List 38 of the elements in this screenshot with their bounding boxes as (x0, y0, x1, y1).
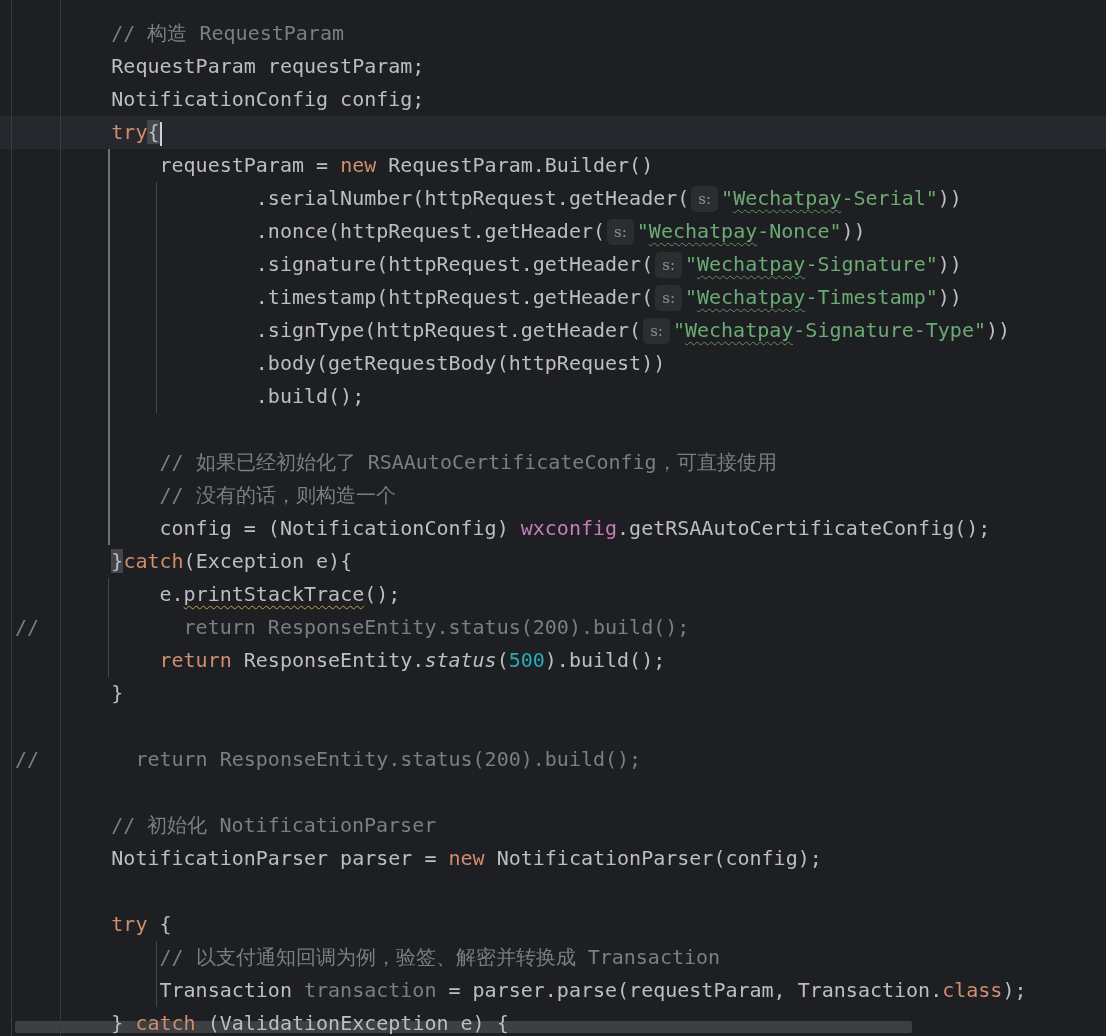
parameter-hint: s: (655, 251, 682, 278)
code-text: .serialNumber(httpRequest.getHeader( (255, 185, 690, 212)
code-text: // return ResponseEntity.status(200).build(); (15, 614, 690, 641)
code-text: e.printStackTrace(); (159, 581, 401, 608)
code-text: .signType(httpRequest.getHeader( (255, 317, 642, 344)
code-text: "Wechatpay-Timestamp")) (684, 284, 962, 311)
code-text: Transaction transaction = parser.parse(requestParam, Transaction.class); (159, 977, 1027, 1004)
code-editor[interactable] (0, 0, 1106, 1036)
code-text: RequestParam requestParam; (111, 53, 425, 80)
code-text: requestParam = new RequestParam.Builder() (159, 152, 654, 179)
code-text: NotificationParser parser = new NotificationParser(config); (111, 845, 822, 872)
code-text: .signature(httpRequest.getHeader( (255, 251, 654, 278)
parameter-hint: s: (607, 218, 634, 245)
code-text: } (111, 680, 124, 707)
code-text: "Wechatpay-Signature-Type")) (672, 317, 1011, 344)
code-text: try { (111, 911, 172, 938)
code-text: "Wechatpay-Serial")) (721, 185, 962, 212)
code-text: // 如果已经初始化了 RSAAutoCertificateConfig，可直接使用 (159, 449, 777, 476)
parameter-hint: s: (655, 284, 682, 311)
code-text: // 以支付通知回调为例，验签、解密并转换成 Transaction (159, 944, 721, 971)
code-text: // 初始化 NotificationParser (111, 812, 437, 839)
code-text: .body(getRequestBody(httpRequest)) (255, 350, 666, 377)
code-text: "Wechatpay-Nonce")) (636, 218, 866, 245)
code-text: // return ResponseEntity.status(200).build(); (15, 746, 642, 773)
code-text: try{ (111, 119, 162, 148)
code-text: return ResponseEntity.status(500).build(); (159, 647, 666, 674)
code-text: // 构造 RequestParam (111, 20, 344, 47)
code-text: }catch(Exception e){ (111, 548, 353, 575)
code-text: // 没有的话，则构造一个 (159, 482, 396, 509)
code-text: .nonce(httpRequest.getHeader( (255, 218, 606, 245)
code-text: "Wechatpay-Signature")) (684, 251, 962, 278)
parameter-hint: s: (691, 185, 719, 212)
code-text: .build(); (255, 383, 365, 410)
code-text: config = (NotificationConfig) wxconfig.getRSAAutoCertificateConfig(); (159, 515, 991, 542)
code-text: .timestamp(httpRequest.getHeader( (255, 284, 654, 311)
code-text: } catch (ValidationException e) { (111, 1010, 509, 1036)
parameter-hint: s: (643, 317, 670, 344)
code-text: NotificationConfig config; (111, 86, 425, 113)
